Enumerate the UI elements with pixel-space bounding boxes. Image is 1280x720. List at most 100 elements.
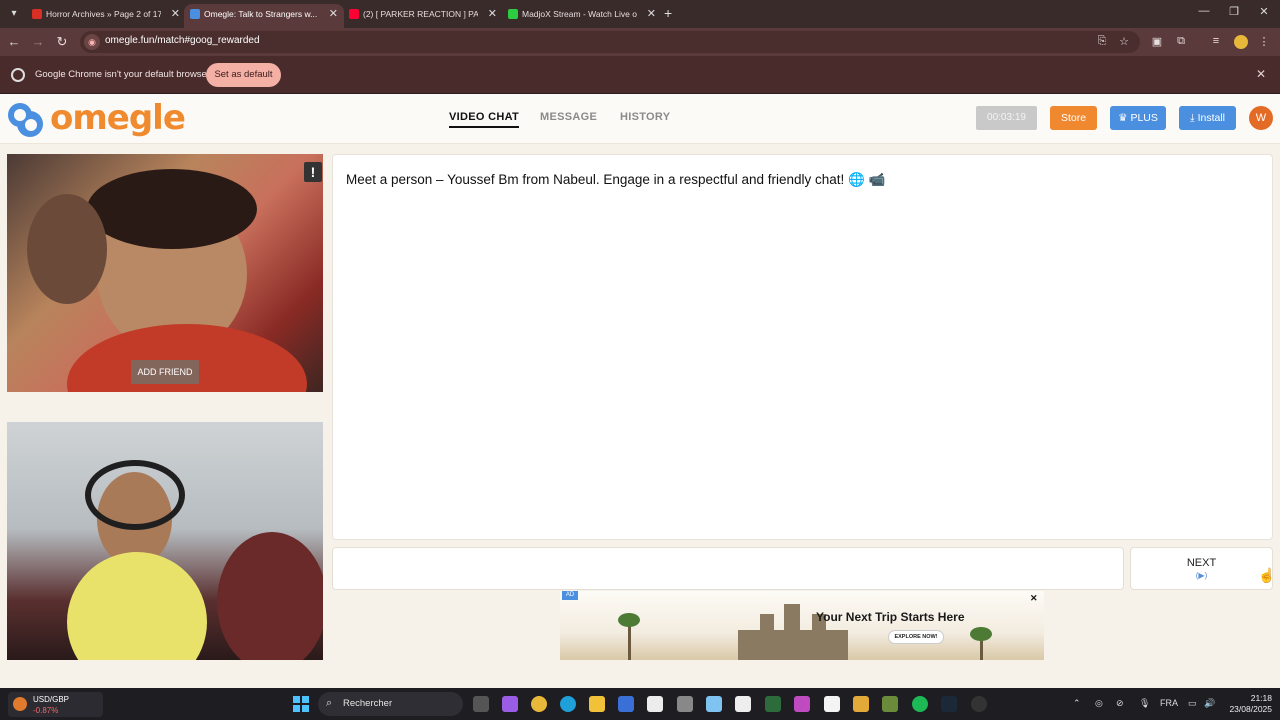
profile-avatar-icon[interactable] — [1234, 35, 1248, 49]
menu-kebab-icon[interactable]: ⋮ — [1256, 35, 1272, 48]
browser-toolbar: ← → ↻ ◉ omegle.fun/match#goog_rewarded ⎘… — [0, 28, 1280, 56]
ad-close-icon[interactable]: ✕ — [1030, 593, 1038, 604]
game-icon[interactable] — [853, 696, 869, 712]
install-app-icon[interactable]: ⎘ — [1094, 35, 1110, 48]
store-icon[interactable] — [618, 696, 634, 712]
windows-start-icon[interactable] — [293, 696, 309, 712]
edge-icon[interactable] — [560, 696, 576, 712]
microphone-icon[interactable]: 🎙 — [1139, 698, 1150, 709]
back-icon[interactable]: ← — [6, 34, 22, 49]
notepad-icon[interactable] — [647, 696, 663, 712]
ad-headline: Your Next Trip Starts Here — [816, 610, 965, 624]
chrome-icon — [11, 68, 25, 82]
headphones-icon — [85, 460, 185, 530]
file-icon[interactable] — [824, 696, 840, 712]
address-bar[interactable]: ◉ omegle.fun/match#goog_rewarded — [80, 31, 1140, 53]
install-button[interactable]: ⤓ Install — [1179, 106, 1236, 130]
window-close-icon[interactable]: ✕ — [1254, 5, 1274, 18]
document-icon[interactable] — [735, 696, 751, 712]
windows-taskbar: USD/GBP -0.87% ⌕ Rechercher ⌃ ◎ ⊘ 🎙 FRA … — [0, 688, 1280, 720]
tab-omegle[interactable]: Omegle: Talk to Strangers w... ✕ — [184, 4, 344, 28]
download-icon: ⤓ — [1189, 112, 1195, 124]
tab-search-icon[interactable]: ▾ — [5, 5, 23, 23]
default-browser-infobar: Google Chrome isn't your default browser… — [0, 56, 1280, 94]
forward-icon[interactable]: → — [30, 34, 46, 49]
app-icon[interactable] — [882, 696, 898, 712]
notes-icon[interactable] — [706, 696, 722, 712]
reload-icon[interactable]: ↻ — [54, 34, 70, 50]
palm-leaves — [618, 613, 640, 627]
clock-time: 21:18 — [1250, 693, 1272, 703]
taskbar-search[interactable]: ⌕ Rechercher — [318, 692, 463, 716]
spotify-icon[interactable] — [912, 696, 928, 712]
url-text[interactable]: omegle.fun/match#goog_rewarded — [105, 35, 260, 46]
new-tab-button[interactable]: + — [664, 5, 672, 21]
omegle-logo[interactable]: omegle — [6, 98, 186, 140]
tray-overflow-icon[interactable]: ⌃ — [1073, 698, 1081, 709]
volume-icon[interactable]: 🔊 — [1204, 698, 1215, 709]
nav-history[interactable]: HISTORY — [620, 111, 670, 123]
favicon-icon — [190, 9, 200, 19]
media-control-icon[interactable]: ≡ — [1208, 35, 1224, 47]
add-friend-button[interactable]: ADD FRIEND — [131, 360, 199, 384]
search-label: Rechercher — [343, 698, 393, 709]
plus-button[interactable]: ♛ PLUS — [1110, 106, 1166, 130]
settings-icon[interactable] — [971, 696, 987, 712]
display-icon[interactable]: ▭ — [1188, 698, 1197, 709]
screenshot-icon[interactable]: ▣ — [1149, 35, 1165, 48]
media-app-icon[interactable] — [794, 696, 810, 712]
favicon-icon — [32, 9, 42, 19]
message-input[interactable] — [332, 547, 1124, 590]
site-info-icon[interactable]: ◉ — [84, 34, 100, 50]
travel-ad[interactable]: AD Your Next Trip Starts Here EXPLORE NO… — [560, 591, 1044, 660]
next-button[interactable]: NEXT (▶) — [1130, 547, 1273, 590]
logo-text: omegle — [50, 98, 186, 138]
close-icon[interactable]: ✕ — [171, 4, 180, 24]
copilot-icon[interactable] — [502, 696, 518, 712]
close-icon[interactable]: ✕ — [488, 4, 497, 24]
network-off-icon[interactable]: ⊘ — [1116, 698, 1124, 709]
infobar-close-icon[interactable]: ✕ — [1256, 67, 1266, 81]
tray-app-icon[interactable]: ◎ — [1095, 698, 1103, 709]
tab-title: (2) [ PARKER REACTION ] PART... — [363, 9, 478, 19]
nav-message[interactable]: MESSAGE — [540, 111, 597, 123]
app-icon[interactable] — [677, 696, 693, 712]
set-default-button[interactable]: Set as default — [206, 63, 281, 87]
task-view-icon[interactable] — [473, 696, 489, 712]
report-icon[interactable]: ! — [304, 162, 322, 182]
nav-video-chat[interactable]: VIDEO CHAT — [449, 111, 520, 128]
ad-cta-button[interactable]: EXPLORE NOW! — [888, 630, 944, 644]
tab-parker-reaction[interactable]: (2) [ PARKER REACTION ] PART... ✕ — [343, 4, 503, 28]
steam-icon[interactable] — [941, 696, 957, 712]
taskbar-clock[interactable]: 21:18 23/08/2025 — [1222, 693, 1272, 715]
bookmark-star-icon[interactable]: ☆ — [1116, 35, 1132, 48]
plus-label: PLUS — [1130, 112, 1158, 124]
search-icon: ⌕ — [326, 697, 333, 709]
extensions-icon[interactable]: ⧉ — [1173, 35, 1189, 48]
tab-madjox[interactable]: MadjoX Stream - Watch Live o... ✕ — [502, 4, 662, 28]
chrome-taskbar-icon[interactable] — [531, 696, 547, 712]
terminal-icon[interactable] — [765, 696, 781, 712]
self-video — [7, 422, 323, 660]
close-icon[interactable]: ✕ — [647, 4, 656, 24]
file-explorer-icon[interactable] — [589, 696, 605, 712]
infobar-message: Google Chrome isn't your default browser — [35, 69, 211, 80]
palm-leaves — [970, 627, 992, 641]
tab-title: MadjoX Stream - Watch Live o... — [522, 9, 637, 19]
site-header: omegle VIDEO CHAT MESSAGE HISTORY 00:03:… — [0, 94, 1280, 144]
system-message: Meet a person – Youssef Bm from Nabeul. … — [346, 172, 886, 187]
youtube-icon — [349, 9, 359, 19]
user-avatar[interactable]: W — [1249, 106, 1273, 130]
ad-badge: AD — [562, 591, 578, 600]
stranger-video: ! ADD FRIEND — [7, 154, 323, 392]
store-button[interactable]: Store — [1050, 106, 1097, 130]
stock-ticker-widget[interactable]: USD/GBP -0.87% — [8, 692, 103, 717]
second-person — [27, 194, 107, 304]
language-indicator[interactable]: FRA — [1160, 698, 1178, 708]
tab-horror-archives[interactable]: Horror Archives » Page 2 of 17... ✕ — [26, 4, 186, 28]
restore-icon[interactable]: ❐ — [1224, 5, 1244, 18]
stranger-hair — [87, 169, 257, 249]
minimize-icon[interactable]: — — [1194, 5, 1214, 17]
close-icon[interactable]: ✕ — [329, 4, 338, 24]
ticker-name: USD/GBP — [33, 695, 70, 704]
